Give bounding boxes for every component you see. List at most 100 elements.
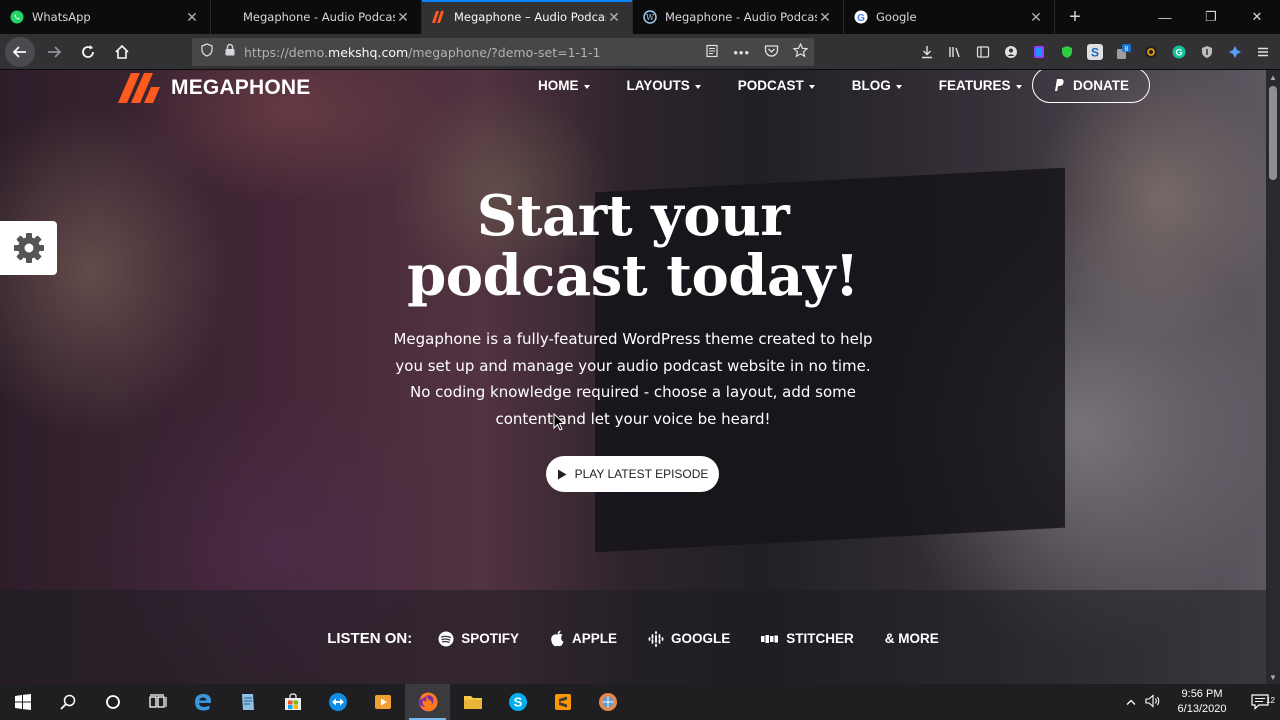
listen-on-bar: LISTEN ON: SPOTIFY APPLE GOOGLE STITCHER… [0,630,1266,647]
volume-icon[interactable] [1142,693,1164,711]
nav-item-podcast[interactable]: PODCAST [738,76,815,94]
account-icon[interactable] [1002,43,1020,61]
play-latest-episode-button[interactable]: PLAY LATEST EPISODE [546,456,719,492]
svg-text:S: S [513,695,522,710]
platform-spotify[interactable]: SPOTIFY [438,631,519,647]
shield-icon[interactable] [200,42,214,62]
taskbar-firefox[interactable] [405,684,450,720]
close-window-icon[interactable]: ✕ [1234,0,1280,34]
forward-button[interactable] [39,37,69,67]
tab-megaphone-wp[interactable]: W Megaphone - Audio Podcast W ✕ [633,0,844,34]
pocket-icon[interactable] [764,44,779,61]
donate-button[interactable]: DONATE [1032,70,1150,103]
megaphone-icon [432,10,446,24]
minimize-icon[interactable]: — [1142,0,1188,34]
arrow-right-icon [48,45,62,58]
whatsapp-icon [10,10,24,24]
taskbar-file-explorer[interactable] [450,684,495,720]
taskbar-media-player[interactable] [360,684,405,720]
close-icon[interactable]: ✕ [606,9,622,26]
reload-button[interactable] [73,37,103,67]
nav-item-layouts[interactable]: LAYOUTS [627,76,701,94]
caret-down-icon [1015,84,1022,89]
notifications-button[interactable]: 12 [1240,694,1280,710]
extension-badge-icon[interactable]: 8 [1114,43,1132,61]
svg-text:W: W [646,13,655,22]
reader-view-icon[interactable] [705,44,719,61]
scroll-down-icon[interactable]: ▼ [1266,670,1280,684]
scrollbar-thumb[interactable] [1269,86,1277,180]
platform-google[interactable]: GOOGLE [648,630,730,647]
extension-purple-icon[interactable] [1030,43,1048,61]
home-button[interactable] [107,37,137,67]
back-button[interactable] [5,36,35,67]
platform-more[interactable]: & MORE [885,631,939,646]
folder-icon [463,696,482,709]
windows-logo-icon [14,694,31,710]
headline-line-1: Start your [476,183,790,249]
site-logo[interactable]: MEGAPHONE [118,73,310,103]
scroll-up-icon[interactable]: ▲ [1266,70,1280,84]
bookmark-star-icon[interactable] [792,42,809,61]
nav-item-features[interactable]: FEATURES [939,76,1022,94]
extension-color-icon[interactable] [1142,43,1160,61]
menu-icon[interactable] [1254,43,1272,61]
taskbar-store[interactable] [270,684,315,720]
grammarly-icon[interactable]: G [1170,43,1188,61]
extension-s-icon[interactable]: S [1086,43,1104,61]
start-button[interactable] [0,684,45,720]
task-view-button[interactable] [135,684,180,720]
platform-apple[interactable]: APPLE [550,630,617,647]
tab-megaphone-active[interactable]: Megaphone – Audio Podcast W ✕ [422,0,633,34]
taskbar-edge[interactable] [180,684,225,720]
cortana-button[interactable] [90,684,135,720]
tab-megaphone-1[interactable]: Megaphone - Audio Podcast W ✕ [211,0,422,34]
more-actions-icon[interactable]: ••• [733,45,750,60]
nav-item-home[interactable]: HOME [538,76,590,94]
vertical-scrollbar[interactable]: ▲ ▼ [1266,70,1280,684]
library-icon[interactable] [946,43,964,61]
taskbar-skype[interactable]: S [495,684,540,720]
url-text: https://demo.mekshq.com/megaphone/?demo-… [244,44,601,60]
maximize-icon[interactable]: ❐ [1188,0,1234,34]
media-player-icon [374,695,391,709]
sidebar-icon[interactable] [974,43,992,61]
settings-panel-toggle[interactable] [0,221,57,275]
notepad-icon [241,694,254,710]
chevron-up-icon[interactable] [1120,696,1142,708]
tab-title: Megaphone - Audio Podcast W [243,10,395,24]
clock-time: 9:56 PM [1181,688,1223,700]
taskbar-network-app[interactable] [585,684,630,720]
extension-grey-shield-icon[interactable] [1198,43,1216,61]
paypal-icon [1055,79,1064,91]
system-tray: 9:56 PM 6/13/2020 12 [1120,684,1280,720]
lock-icon[interactable] [224,43,236,61]
nav-item-blog[interactable]: BLOG [852,76,902,94]
search-button[interactable] [45,684,90,720]
spotify-icon [438,631,454,646]
tab-google[interactable]: G Google ✕ [844,0,1055,34]
skype-icon: S [508,693,527,711]
close-icon[interactable]: ✕ [184,9,200,26]
close-icon[interactable]: ✕ [817,9,833,26]
extension-blue-icon[interactable] [1226,43,1244,61]
edge-icon [194,694,211,711]
network-app-icon [598,693,617,711]
taskbar-teamviewer[interactable] [315,684,360,720]
headline-line-2: podcast today! [407,243,859,309]
taskbar-clock[interactable]: 9:56 PM 6/13/2020 [1164,687,1240,717]
extension-shield-icon[interactable] [1058,43,1076,61]
taskbar-sublime[interactable] [540,684,585,720]
platform-stitcher[interactable]: STITCHER [761,631,854,646]
close-icon[interactable]: ✕ [395,9,411,26]
home-icon [115,44,129,59]
new-tab-button[interactable]: + [1055,0,1095,34]
address-bar[interactable]: https://demo.mekshq.com/megaphone/?demo-… [192,38,814,66]
close-icon[interactable]: ✕ [1028,9,1044,26]
download-icon[interactable] [918,43,936,61]
listen-on-label: LISTEN ON: [327,630,413,647]
wordpress-icon: W [643,10,657,24]
tab-whatsapp[interactable]: WhatsApp ✕ [0,0,211,34]
taskbar-notepad[interactable] [225,684,270,720]
svg-text:G: G [1175,48,1182,58]
